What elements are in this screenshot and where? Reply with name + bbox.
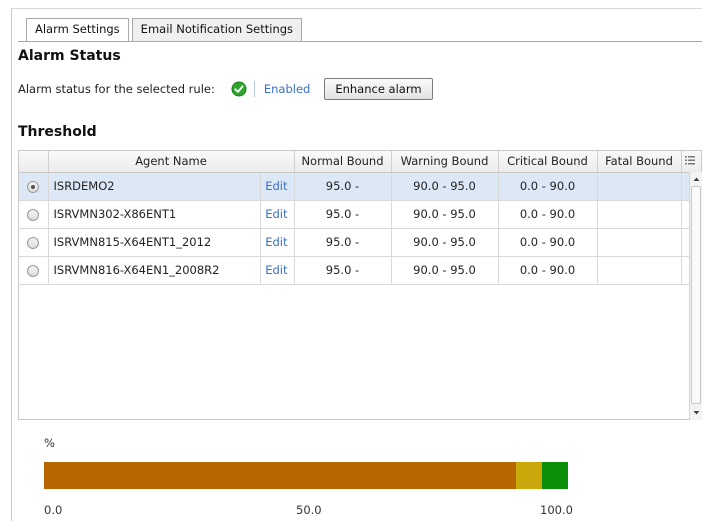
table-vertical-scrollbar[interactable]: [689, 172, 702, 420]
warning-bound: 90.0 - 95.0: [391, 172, 499, 201]
radio-selected-icon[interactable]: [27, 180, 40, 193]
fatal-bound: [597, 256, 682, 285]
fatal-bound: [597, 200, 682, 229]
check-circle-icon: [231, 81, 247, 97]
header-critical-bound[interactable]: Critical Bound: [498, 151, 598, 173]
bound-bar-unit-label: %: [44, 436, 55, 450]
header-agent-name[interactable]: Agent Name: [48, 151, 295, 173]
row-radio[interactable]: [19, 172, 49, 201]
fatal-bound: [597, 228, 682, 257]
agent-name: ISRVMN815-X64ENT1_2012: [48, 228, 261, 257]
enhance-alarm-button[interactable]: Enhance alarm: [324, 78, 433, 100]
header-normal-bound[interactable]: Normal Bound: [294, 151, 392, 173]
table-row[interactable]: ISRVMN302-X86ENT1 Edit 95.0 - 90.0 - 95.…: [19, 200, 701, 229]
normal-bound: 95.0 -: [294, 172, 392, 201]
table-row[interactable]: ISRVMN815-X64ENT1_2012 Edit 95.0 - 90.0 …: [19, 228, 701, 257]
radio-unselected-icon[interactable]: [27, 208, 40, 221]
row-radio[interactable]: [19, 200, 49, 229]
radio-unselected-icon[interactable]: [27, 236, 40, 249]
threshold-bound-bar: [44, 462, 568, 489]
column-chooser-icon[interactable]: [681, 151, 701, 173]
table-row[interactable]: ISRVMN816-X64EN1_2008R2 Edit 95.0 - 90.0…: [19, 256, 701, 285]
tab-alarm-settings[interactable]: Alarm Settings: [26, 18, 129, 42]
tab-divider: [18, 41, 702, 42]
threshold-title: Threshold: [18, 124, 97, 140]
warning-bound: 90.0 - 95.0: [391, 200, 499, 229]
agent-name: ISRVMN816-X64EN1_2008R2: [48, 256, 261, 285]
row-radio[interactable]: [19, 256, 49, 285]
tab-email-notification-settings[interactable]: Email Notification Settings: [131, 18, 303, 41]
scrollbar-thumb[interactable]: [691, 186, 701, 404]
scroll-up-arrow-icon[interactable]: [692, 175, 701, 184]
warning-bound: 90.0 - 95.0: [391, 256, 499, 285]
table-header-row: Agent Name Normal Bound Warning Bound Cr…: [19, 151, 701, 173]
agent-name: ISRDEMO2: [48, 172, 261, 201]
bar-segment-normal: [541, 462, 568, 489]
header-select: [19, 151, 49, 173]
normal-bound: 95.0 -: [294, 256, 392, 285]
edit-link[interactable]: Edit: [260, 228, 295, 257]
radio-unselected-icon[interactable]: [27, 264, 40, 277]
scroll-down-arrow-icon[interactable]: [692, 408, 701, 417]
edit-link[interactable]: Edit: [260, 256, 295, 285]
alarm-settings-panel: Alarm Settings Email Notification Settin…: [0, 0, 702, 521]
status-enabled-text: Enabled: [263, 82, 311, 96]
critical-bound: 0.0 - 90.0: [498, 228, 598, 257]
status-separator: [253, 81, 255, 97]
warning-bound: 90.0 - 95.0: [391, 228, 499, 257]
threshold-table: Agent Name Normal Bound Warning Bound Cr…: [18, 150, 702, 420]
agent-name: ISRVMN302-X86ENT1: [48, 200, 261, 229]
bar-tick-min: 0.0: [44, 503, 63, 517]
alarm-status-row: Alarm status for the selected rule: Enab…: [18, 78, 433, 100]
header-fatal-bound[interactable]: Fatal Bound: [597, 151, 682, 173]
bar-tick-mid: 50.0: [296, 503, 322, 517]
bar-segment-warning: [515, 462, 542, 489]
edit-link[interactable]: Edit: [260, 172, 295, 201]
critical-bound: 0.0 - 90.0: [498, 200, 598, 229]
panel-left-border: [11, 8, 12, 521]
table-row[interactable]: ISRDEMO2 Edit 95.0 - 90.0 - 95.0 0.0 - 9…: [19, 172, 701, 201]
critical-bound: 0.0 - 90.0: [498, 256, 598, 285]
normal-bound: 95.0 -: [294, 228, 392, 257]
bar-tick-max: 100.0: [540, 503, 573, 517]
edit-link[interactable]: Edit: [260, 200, 295, 229]
panel-top-border: [11, 8, 702, 9]
row-radio[interactable]: [19, 228, 49, 257]
normal-bound: 95.0 -: [294, 200, 392, 229]
critical-bound: 0.0 - 90.0: [498, 172, 598, 201]
alarm-status-label: Alarm status for the selected rule:: [18, 82, 215, 96]
bar-segment-critical: [44, 462, 516, 489]
header-warning-bound[interactable]: Warning Bound: [391, 151, 499, 173]
fatal-bound: [597, 172, 682, 201]
tab-bar: Alarm Settings Email Notification Settin…: [26, 18, 305, 42]
alarm-status-title: Alarm Status: [18, 48, 121, 64]
